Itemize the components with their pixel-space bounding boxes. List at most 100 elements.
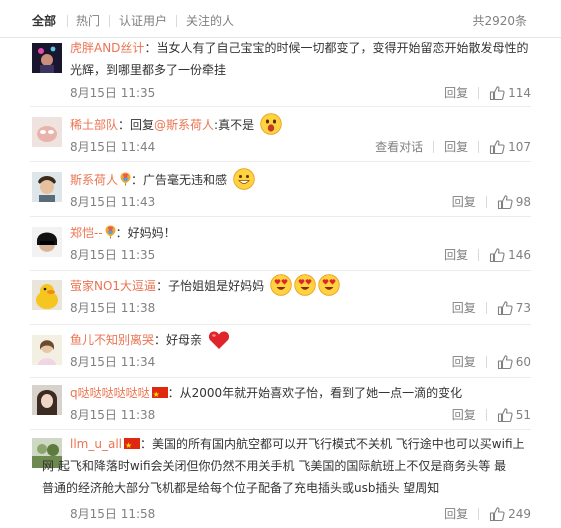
red-heart-emoji — [208, 331, 229, 349]
like-button[interactable]: 146 — [489, 247, 531, 263]
comment-text: 稀土部队：回复@斯系荷人:真不是 — [70, 113, 540, 136]
comment-text: 郑恺-- ：好妈妈！ — [70, 222, 540, 244]
comment-username[interactable]: 郑恺-- — [70, 226, 103, 240]
thumbs-up-icon — [497, 407, 513, 423]
tab-verified-users[interactable]: 认证用户 — [119, 13, 167, 29]
comment-actions: 回复 114 — [444, 85, 531, 101]
reply-button[interactable]: 回复 — [452, 407, 476, 423]
comment-text: 萤家NO1大逗逼：子怡姐姐是好妈妈 — [70, 274, 540, 297]
comment-username[interactable]: llm_u_all — [70, 437, 122, 451]
china-flag-icon — [151, 384, 168, 406]
tab-following[interactable]: 关注的人 — [186, 13, 234, 29]
comment-body: 网 起飞和降落时wifi会关闭但你仍然不用关手机 飞美国的国际航班上不仅是商务头… — [42, 459, 507, 473]
avatar-image — [32, 43, 62, 73]
tab-divider — [176, 15, 177, 27]
comment-body: 普通的经济舱大部分飞机都是给每个位子配备了充电插头或usb插头 望周知 — [42, 481, 440, 495]
colorful-balloon-badge-icon — [120, 172, 131, 186]
thumbs-up-icon — [489, 85, 505, 101]
action-divider — [485, 302, 487, 314]
comment-body: ：广告毫无违和感 — [131, 173, 228, 187]
mention-link[interactable]: @斯系荷人 — [154, 118, 214, 132]
like-count: 249 — [508, 507, 531, 521]
comment-actions: 回复 60 — [452, 354, 531, 370]
like-button[interactable]: 98 — [497, 194, 531, 210]
colorful-balloon-badge-icon — [105, 225, 116, 239]
comment-username[interactable]: 斯系荷人 — [70, 173, 118, 187]
avatar-image — [32, 385, 62, 415]
comment-username[interactable]: 虎胖AND丝计 — [70, 41, 144, 55]
comment-text: llm_u_all ：美国的所有国内航空都可以开飞行模式不关机 飞行途中也可以买w… — [70, 433, 540, 457]
china-flag-icon — [123, 435, 140, 457]
thumbs-up-icon — [497, 354, 513, 370]
comment-actions: 回复 98 — [452, 194, 531, 210]
action-divider — [433, 141, 435, 153]
avatar[interactable] — [32, 385, 62, 415]
like-button[interactable]: 249 — [489, 506, 531, 522]
avatar[interactable] — [32, 227, 62, 257]
thumbs-up-icon — [489, 139, 505, 155]
like-button[interactable]: 51 — [497, 407, 531, 423]
comment-username[interactable]: 萤家NO1大逗逼 — [70, 279, 156, 293]
comment-body: 光辉，到哪里都多了一份牵挂 — [70, 63, 227, 77]
comment-username[interactable]: 稀土部队 — [70, 118, 118, 132]
comment-actions: 回复 73 — [452, 300, 531, 316]
like-count: 51 — [515, 408, 531, 422]
avatar[interactable] — [32, 117, 62, 147]
like-button[interactable]: 60 — [497, 354, 531, 370]
reply-button[interactable]: 回复 — [452, 300, 476, 316]
like-button[interactable]: 73 — [497, 300, 531, 316]
comment-actions: 查看对话 回复 107 — [375, 139, 531, 155]
reply-button[interactable]: 回复 — [444, 85, 468, 101]
avatar[interactable] — [32, 335, 62, 365]
tab-all[interactable]: 全部 — [32, 13, 56, 29]
like-count: 73 — [515, 301, 531, 315]
reply-button[interactable]: 回复 — [444, 247, 468, 263]
comment-actions: 回复 51 — [452, 407, 531, 423]
action-divider — [478, 141, 480, 153]
heart-eyes-emoji — [318, 274, 340, 296]
avatar[interactable] — [32, 172, 62, 202]
action-divider — [478, 87, 480, 99]
comment-timestamp: 8月15日 11:34 — [70, 355, 156, 369]
action-divider — [478, 508, 480, 520]
like-count: 114 — [508, 86, 531, 100]
action-divider — [478, 249, 480, 261]
action-divider — [485, 356, 487, 368]
reply-button[interactable]: 回复 — [452, 354, 476, 370]
like-count: 146 — [508, 248, 531, 262]
comment-username[interactable]: 鱼儿不知别离哭 — [70, 333, 154, 347]
comment-username[interactable]: q哒哒哒哒哒哒 — [70, 386, 150, 400]
reply-button[interactable]: 回复 — [444, 506, 468, 522]
avatar-image — [32, 172, 62, 202]
reply-button[interactable]: 回复 — [452, 194, 476, 210]
comment-item: q哒哒哒哒哒哒 ：从2000年就开始喜欢子怡，看到了她一点一滴的变化 8月15日 … — [0, 378, 561, 430]
like-button[interactable]: 114 — [489, 85, 531, 101]
thumbs-up-icon — [489, 247, 505, 263]
avatar-image — [32, 280, 62, 310]
comment-body: :真不是 — [214, 118, 255, 132]
comment-body: ：当女人有了自己宝宝的时候一切都变了，变得开始留恋开始散发母性的 — [144, 41, 529, 55]
tab-hot[interactable]: 热门 — [76, 13, 100, 29]
comment-actions: 回复 249 — [444, 506, 531, 522]
avatar-image — [32, 227, 62, 257]
comment-body: ：从2000年就开始喜欢子怡，看到了她一点一滴的变化 — [167, 386, 463, 400]
like-button[interactable]: 107 — [489, 139, 531, 155]
grinning-face-emoji — [233, 168, 255, 190]
comment-item: 郑恺-- ：好妈妈！ 8月15日 11:35 回复 146 — [0, 217, 561, 271]
avatar-image — [32, 117, 62, 147]
comment-body: ：美国的所有国内航空都可以开飞行模式不关机 飞行途中也可以买wifi上 — [139, 437, 525, 451]
reply-button[interactable]: 回复 — [444, 139, 468, 155]
avatar[interactable] — [32, 43, 62, 73]
avatar[interactable] — [32, 280, 62, 310]
action-divider — [485, 409, 487, 421]
thumbs-up-icon — [497, 194, 513, 210]
comment-item: 萤家NO1大逗逼：子怡姐姐是好妈妈 8月15日 11:38 回复 73 — [0, 271, 561, 325]
comment-text: 鱼儿不知别离哭：好母亲 — [70, 329, 540, 351]
comment-total-count: 共2920条 — [472, 14, 527, 28]
like-count: 60 — [515, 355, 531, 369]
comment-item: 虎胖AND丝计：当女人有了自己宝宝的时候一切都变了，变得开始留恋开始散发母性的 … — [0, 38, 561, 107]
comment-item: 鱼儿不知别离哭：好母亲 8月15日 11:34 回复 60 — [0, 325, 561, 378]
comment-timestamp: 8月15日 11:38 — [70, 301, 156, 315]
view-thread-button[interactable]: 查看对话 — [375, 139, 423, 155]
comment-text: 网 起飞和降落时wifi会关闭但你仍然不用关手机 飞美国的国际航班上不仅是商务头… — [42, 455, 542, 499]
